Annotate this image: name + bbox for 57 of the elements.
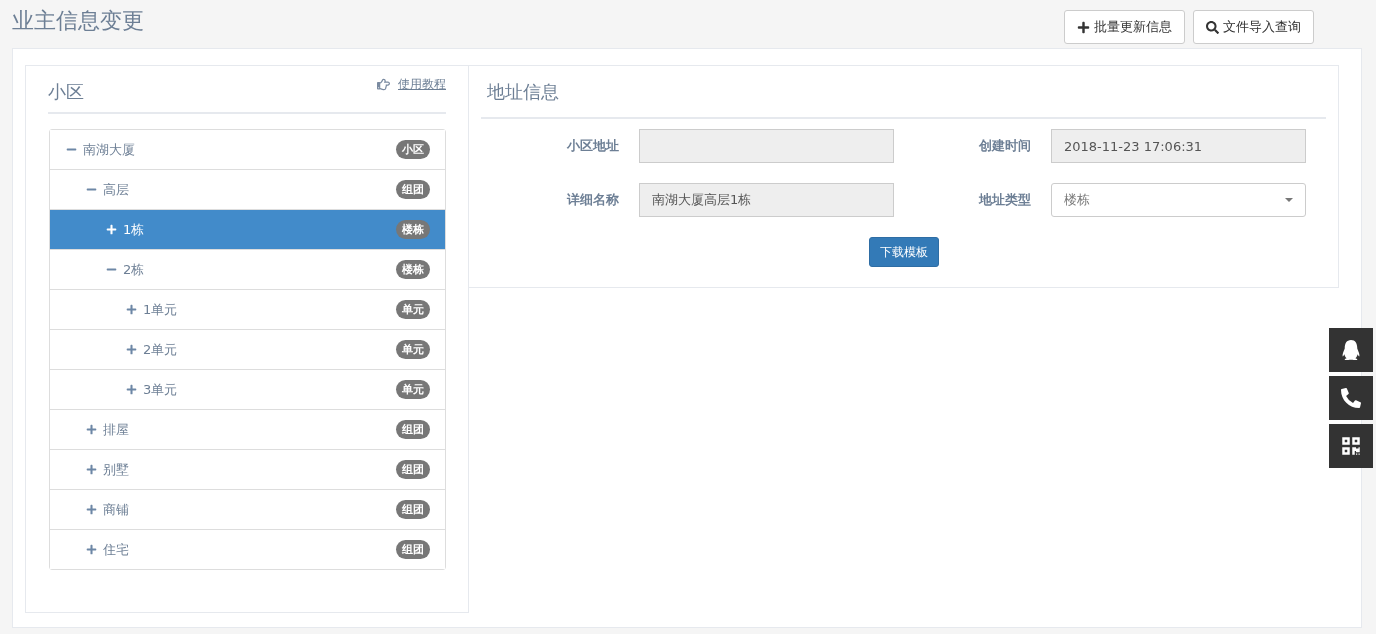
- plus-icon: [1077, 20, 1090, 34]
- card-title: 地址信息: [487, 79, 559, 104]
- node-label: 住宅: [103, 540, 130, 559]
- page-title: 业主信息变更: [12, 7, 144, 35]
- download-template-button[interactable]: 下载模板: [868, 237, 939, 267]
- type-badge: 组团: [396, 180, 430, 199]
- node-label: 排屋: [103, 420, 130, 439]
- plus-icon[interactable]: [86, 424, 97, 435]
- node-label: 商铺: [103, 500, 130, 519]
- plus-icon[interactable]: [86, 504, 97, 515]
- plus-icon[interactable]: [126, 384, 137, 395]
- plus-icon[interactable]: [86, 544, 97, 555]
- search-icon: [1206, 20, 1219, 34]
- type-badge: 单元: [396, 300, 430, 319]
- phone-button[interactable]: [1329, 376, 1373, 420]
- type-badge: 单元: [396, 340, 430, 359]
- file-import-button[interactable]: 文件导入查询: [1193, 10, 1314, 44]
- input-field[interactable]: 2018-11-23 17:06:31: [1051, 129, 1306, 163]
- phone-icon: [1341, 388, 1361, 408]
- type-badge: 楼栋: [396, 260, 430, 279]
- tree-node[interactable]: 1栋 楼栋: [50, 209, 445, 249]
- field-label: 详细名称: [565, 191, 619, 209]
- node-label: 南湖大厦: [83, 140, 136, 159]
- node-label: 2单元: [143, 340, 179, 359]
- plus-icon[interactable]: [106, 224, 117, 235]
- batch-update-button[interactable]: 批量更新信息: [1064, 10, 1185, 44]
- input-field[interactable]: 南湖大厦高层1栋: [639, 183, 894, 217]
- type-select[interactable]: 楼栋: [1051, 183, 1306, 217]
- node-label: 别墅: [103, 460, 130, 479]
- type-badge: 楼栋: [396, 220, 430, 239]
- input-field[interactable]: [639, 129, 894, 163]
- plus-icon[interactable]: [126, 344, 137, 355]
- type-badge: 小区: [396, 140, 430, 159]
- caret-icon: [1285, 198, 1293, 202]
- pointing-hand-icon: [377, 78, 390, 91]
- type-badge: 组团: [396, 540, 430, 559]
- node-label: 1栋: [123, 220, 146, 239]
- node-label: 2栋: [123, 260, 146, 279]
- penguin-icon: [1341, 340, 1361, 360]
- type-badge: 组团: [396, 460, 430, 479]
- field-label: 地址类型: [977, 191, 1031, 209]
- node-label: 3单元: [143, 380, 179, 399]
- type-badge: 组团: [396, 420, 430, 439]
- node-label: 高层: [103, 180, 130, 199]
- chat-button[interactable]: [1329, 328, 1373, 372]
- node-label: 1单元: [143, 300, 179, 319]
- field-label: 创建时间: [978, 137, 1031, 155]
- type-badge: 单元: [396, 380, 430, 399]
- plus-icon[interactable]: [126, 304, 137, 315]
- card-title: 小区: [48, 80, 84, 104]
- tree-node[interactable]: 住宅 组团: [50, 529, 445, 569]
- type-badge: 组团: [396, 500, 430, 519]
- help-link[interactable]: 使用教程: [398, 76, 446, 93]
- qr-code-button[interactable]: [1329, 424, 1373, 468]
- qr-code-icon: [1341, 436, 1361, 456]
- field-label: 小区地址: [566, 137, 619, 155]
- plus-icon[interactable]: [86, 464, 97, 475]
